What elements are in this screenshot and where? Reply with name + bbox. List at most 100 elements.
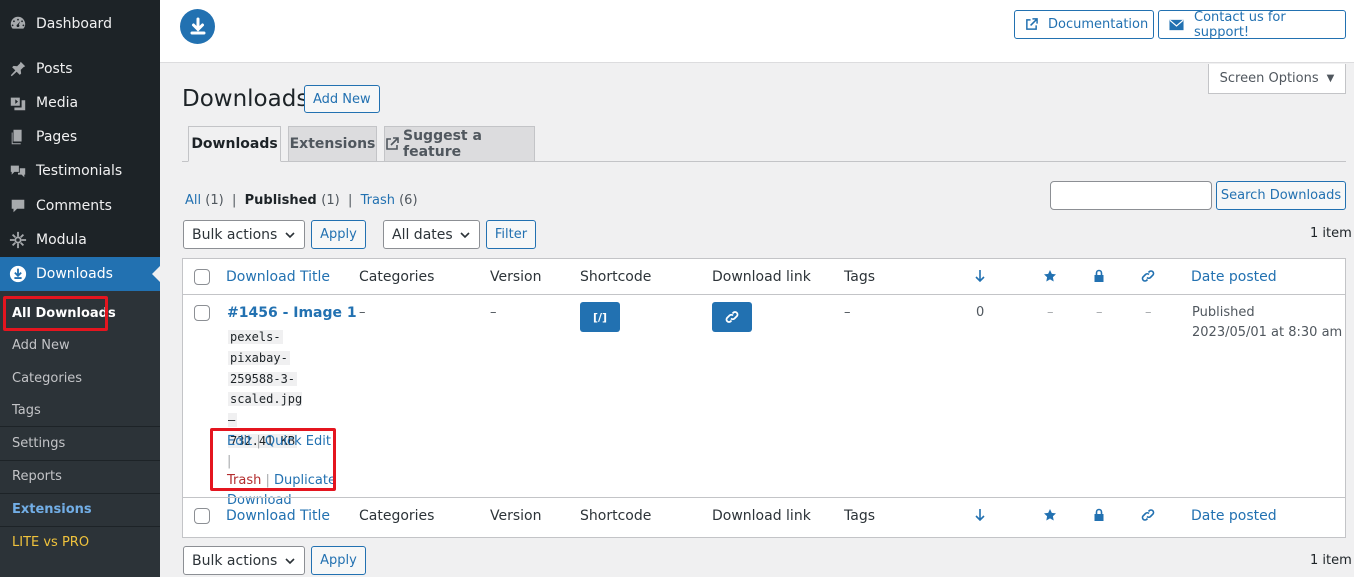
search-input[interactable] (1050, 181, 1212, 210)
testimonials-icon (8, 161, 28, 181)
copy-download-link-button[interactable] (712, 302, 752, 332)
link-icon (725, 311, 739, 323)
envelope-icon (1169, 19, 1184, 31)
menu-label: Posts (36, 61, 73, 77)
submenu-lite-vs-pro[interactable]: LITE vs PRO (12, 533, 89, 553)
arrow-down-icon (975, 270, 985, 283)
submenu-extensions[interactable]: Extensions (12, 500, 92, 520)
page-title: Downloads (182, 86, 309, 112)
highlight-row-actions (210, 428, 336, 491)
pin-icon (8, 59, 28, 79)
menu-label: Pages (36, 129, 78, 145)
menu-item-pages[interactable]: Pages (0, 120, 160, 154)
view-published-link[interactable]: Published (1) (245, 193, 340, 208)
dates-select[interactable]: All dates (383, 220, 480, 249)
submenu-add-new[interactable]: Add New (12, 336, 70, 356)
column-tags: Tags (844, 508, 875, 524)
screen-options-button[interactable]: Screen Options ▼ (1208, 64, 1346, 94)
status-cell: Published (1192, 305, 1255, 320)
select-all-checkbox[interactable] (194, 269, 210, 285)
menu-item-comments[interactable]: Comments (0, 189, 160, 223)
menu-label: Modula (36, 232, 87, 248)
download-title-link[interactable]: #1456 - Image 1 (227, 305, 357, 321)
column-version: Version (490, 508, 542, 524)
submenu-settings[interactable]: Settings (12, 434, 65, 454)
menu-label: Comments (36, 198, 112, 214)
tab-suggest-feature[interactable]: Suggest a feature (384, 126, 535, 162)
copy-shortcode-button[interactable]: [/] (580, 302, 620, 332)
plugin-header: Documentation Contact us for support! (160, 0, 1354, 63)
filter-button[interactable]: Filter (486, 220, 536, 249)
column-locked[interactable] (1093, 508, 1105, 522)
column-locked[interactable] (1093, 269, 1105, 283)
column-downloads-count[interactable] (974, 269, 986, 283)
items-count: 1 item (1310, 226, 1352, 241)
column-version: Version (490, 269, 542, 285)
column-link[interactable] (1141, 269, 1155, 283)
link-icon (1141, 270, 1155, 282)
tab-label: Extensions (289, 136, 376, 152)
submenu-tags[interactable]: Tags (12, 401, 41, 421)
star-icon (1044, 509, 1056, 521)
submenu-divider (0, 426, 160, 427)
menu-item-downloads[interactable]: Downloads (0, 257, 160, 291)
downloads-submenu: All Downloads Add New Categories Tags Se… (0, 291, 160, 577)
menu-item-dashboard[interactable]: Dashboard (0, 7, 160, 41)
view-all-count: (1) (205, 193, 224, 208)
column-featured[interactable] (1043, 508, 1057, 522)
dashboard-icon (8, 14, 28, 34)
submenu-divider (0, 493, 160, 494)
menu-label: Testimonials (36, 163, 123, 179)
column-download-title[interactable]: Download Title (226, 269, 330, 285)
apply-button[interactable]: Apply (311, 220, 366, 249)
bulk-actions-select[interactable]: Bulk actions (183, 220, 305, 249)
column-download-title[interactable]: Download Title (226, 508, 330, 524)
column-date-posted[interactable]: Date posted (1191, 508, 1277, 524)
view-all-label: All (185, 193, 202, 208)
table-footer-row: Download Title Categories Version Shortc… (183, 497, 1345, 533)
search-downloads-button[interactable]: Search Downloads (1216, 181, 1346, 210)
contact-label: Contact us for support! (1194, 9, 1286, 40)
bulk-actions-value: Bulk actions (192, 552, 278, 569)
version-cell: – (490, 305, 497, 320)
menu-item-posts[interactable]: Posts (0, 52, 160, 86)
column-link[interactable] (1141, 508, 1155, 522)
menu-item-testimonials[interactable]: Testimonials (0, 154, 160, 188)
apply-button-bottom[interactable]: Apply (311, 546, 366, 575)
categories-cell: – (359, 305, 366, 320)
dates-value: All dates (392, 226, 453, 243)
submenu-reports[interactable]: Reports (12, 467, 62, 487)
table-header-row: Download Title Categories Version Shortc… (183, 259, 1345, 295)
view-trash-count: (6) (399, 193, 418, 208)
modula-icon (8, 230, 28, 250)
tab-extensions[interactable]: Extensions (288, 126, 377, 162)
documentation-button[interactable]: Documentation (1014, 10, 1154, 39)
chevron-down-icon (284, 229, 296, 245)
comment-icon (8, 196, 28, 216)
lock-icon (1094, 269, 1104, 282)
column-date-posted[interactable]: Date posted (1191, 269, 1277, 285)
column-shortcode: Shortcode (580, 508, 652, 524)
menu-item-media[interactable]: Media (0, 86, 160, 120)
select-all-checkbox[interactable] (194, 508, 210, 524)
admin-sidebar: Dashboard Posts Media Pages Testimonials… (0, 0, 160, 577)
row-checkbox[interactable] (194, 305, 210, 321)
star-icon (1044, 270, 1056, 282)
submenu-categories[interactable]: Categories (12, 369, 82, 389)
items-count-bottom: 1 item (1310, 553, 1352, 568)
tab-downloads[interactable]: Downloads (188, 126, 281, 162)
downloads-table: Download Title Categories Version Shortc… (182, 258, 1346, 538)
featured-cell: – (1047, 305, 1054, 320)
view-all-link[interactable]: All (1) (185, 193, 224, 208)
chevron-down-icon (284, 555, 296, 571)
contact-support-button[interactable]: Contact us for support! (1158, 9, 1346, 40)
view-trash-link[interactable]: Trash (6) (361, 193, 418, 208)
column-downloads-count[interactable] (974, 508, 986, 522)
menu-item-modula[interactable]: Modula (0, 223, 160, 257)
column-featured[interactable] (1043, 269, 1057, 283)
file-info-line: pixabay- (228, 350, 290, 365)
bulk-actions-select-bottom[interactable]: Bulk actions (183, 546, 305, 575)
pages-icon (8, 127, 28, 147)
add-new-button[interactable]: Add New (304, 85, 380, 113)
column-tags: Tags (844, 269, 875, 285)
